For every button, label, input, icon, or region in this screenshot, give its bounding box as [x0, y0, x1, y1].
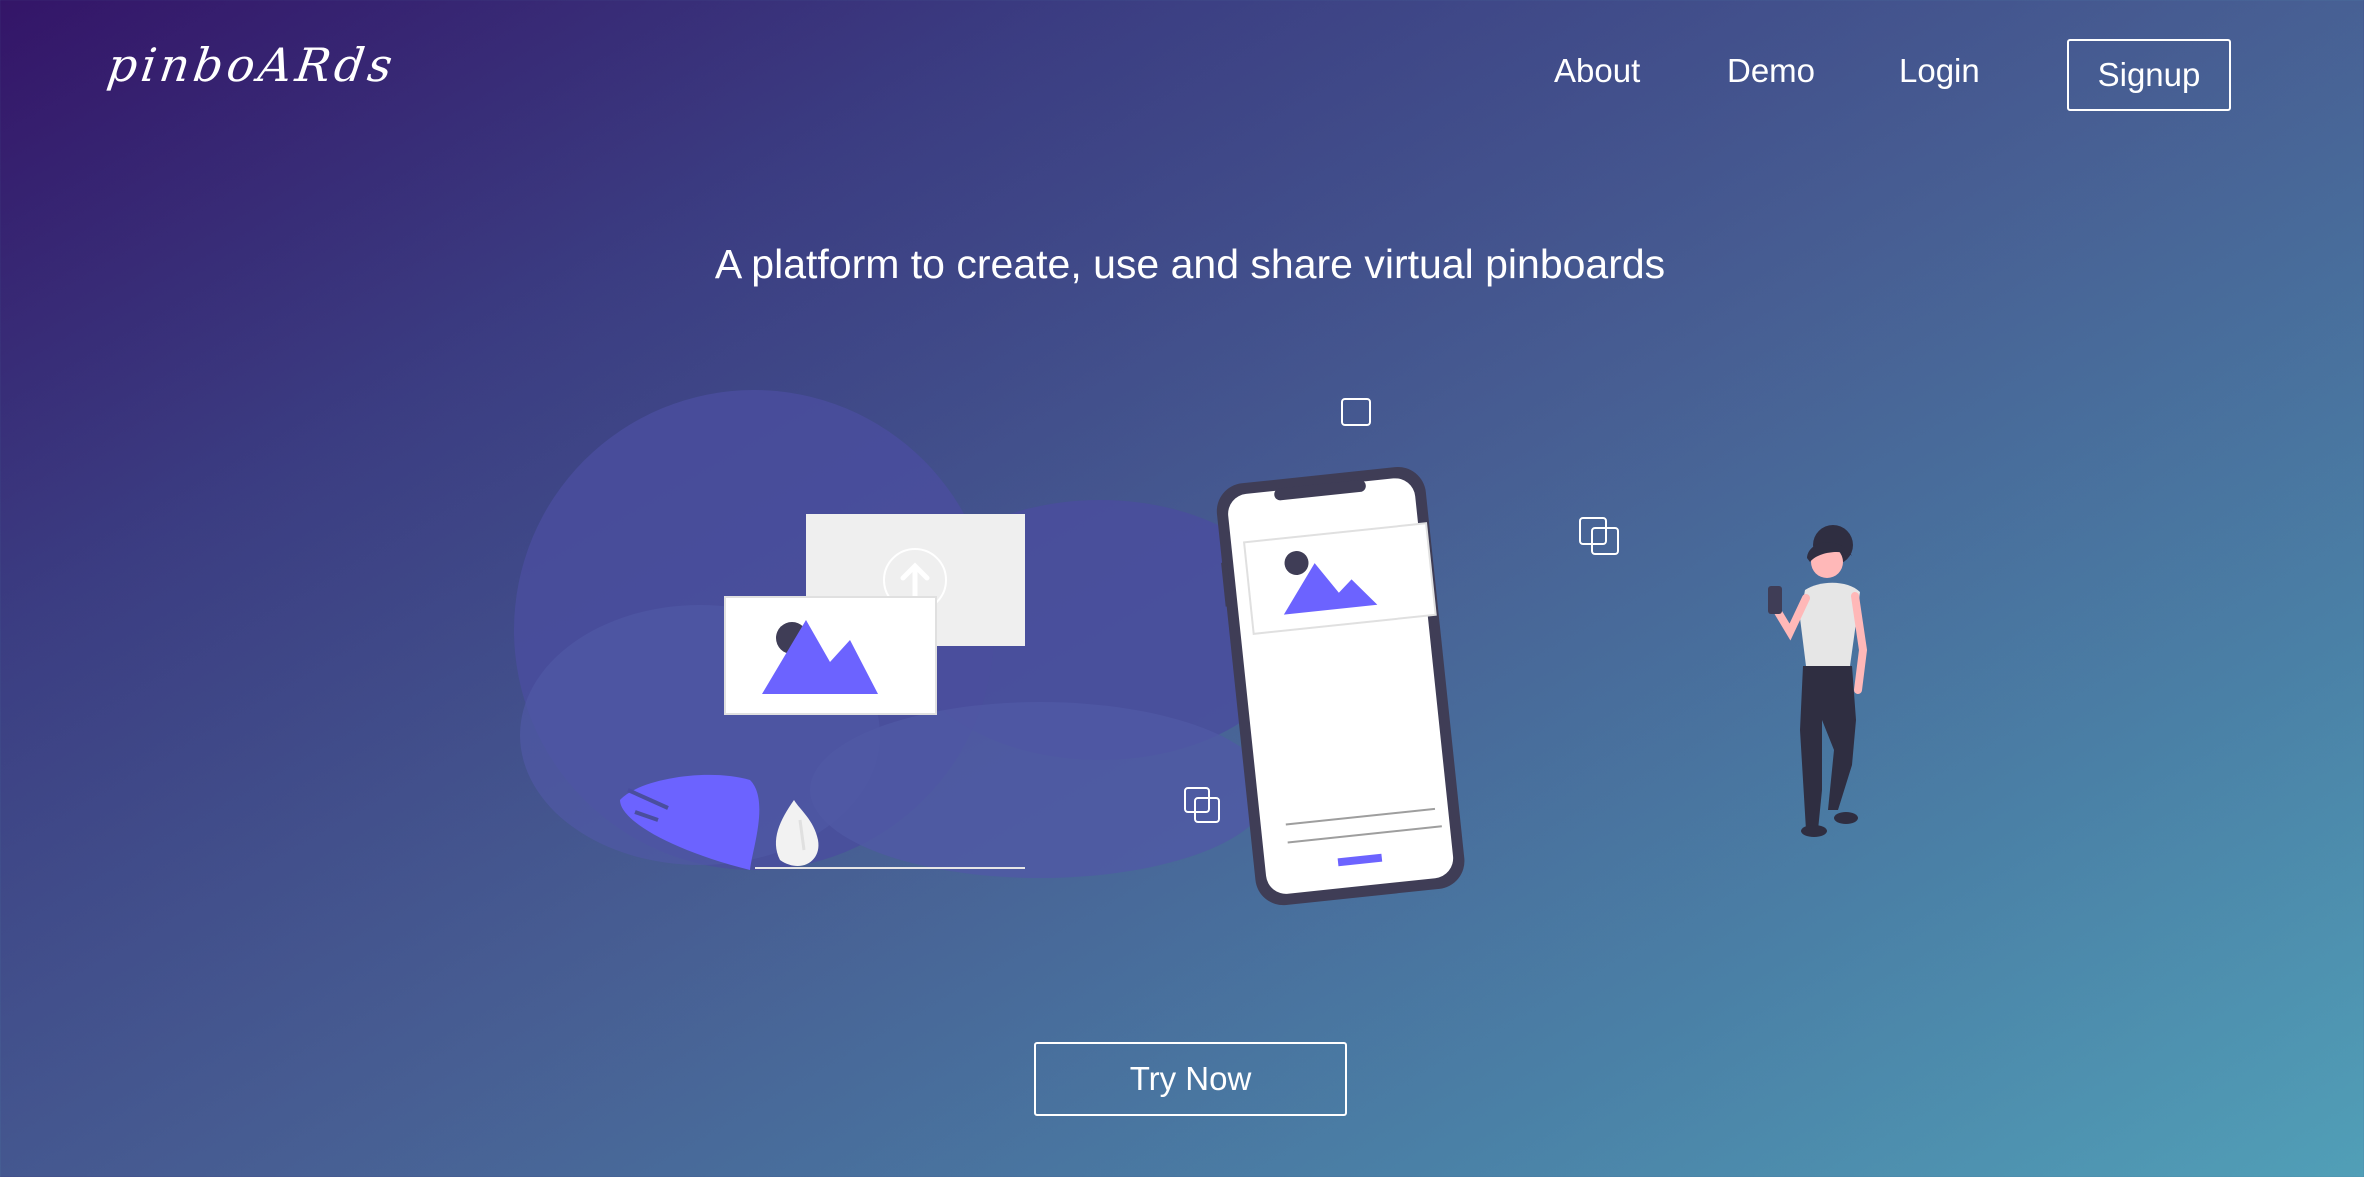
- nav-about-link[interactable]: About: [1554, 54, 1640, 87]
- image-card: [724, 596, 937, 715]
- signup-button[interactable]: Signup: [2067, 39, 2231, 111]
- try-now-button[interactable]: Try Now: [1034, 1042, 1347, 1116]
- hero-headline: A platform to create, use and share virt…: [714, 241, 1666, 287]
- square-icon: [1341, 398, 1371, 426]
- person-figure: [1768, 525, 1868, 837]
- nav-login-link[interactable]: Login: [1899, 54, 1980, 87]
- hero-illustration: [514, 390, 1868, 906]
- phone-image-card: [1242, 522, 1437, 635]
- copy-icon: [1579, 517, 1619, 555]
- nav-demo-link[interactable]: Demo: [1727, 54, 1815, 87]
- brand-logo[interactable]: pinboARds: [104, 38, 399, 92]
